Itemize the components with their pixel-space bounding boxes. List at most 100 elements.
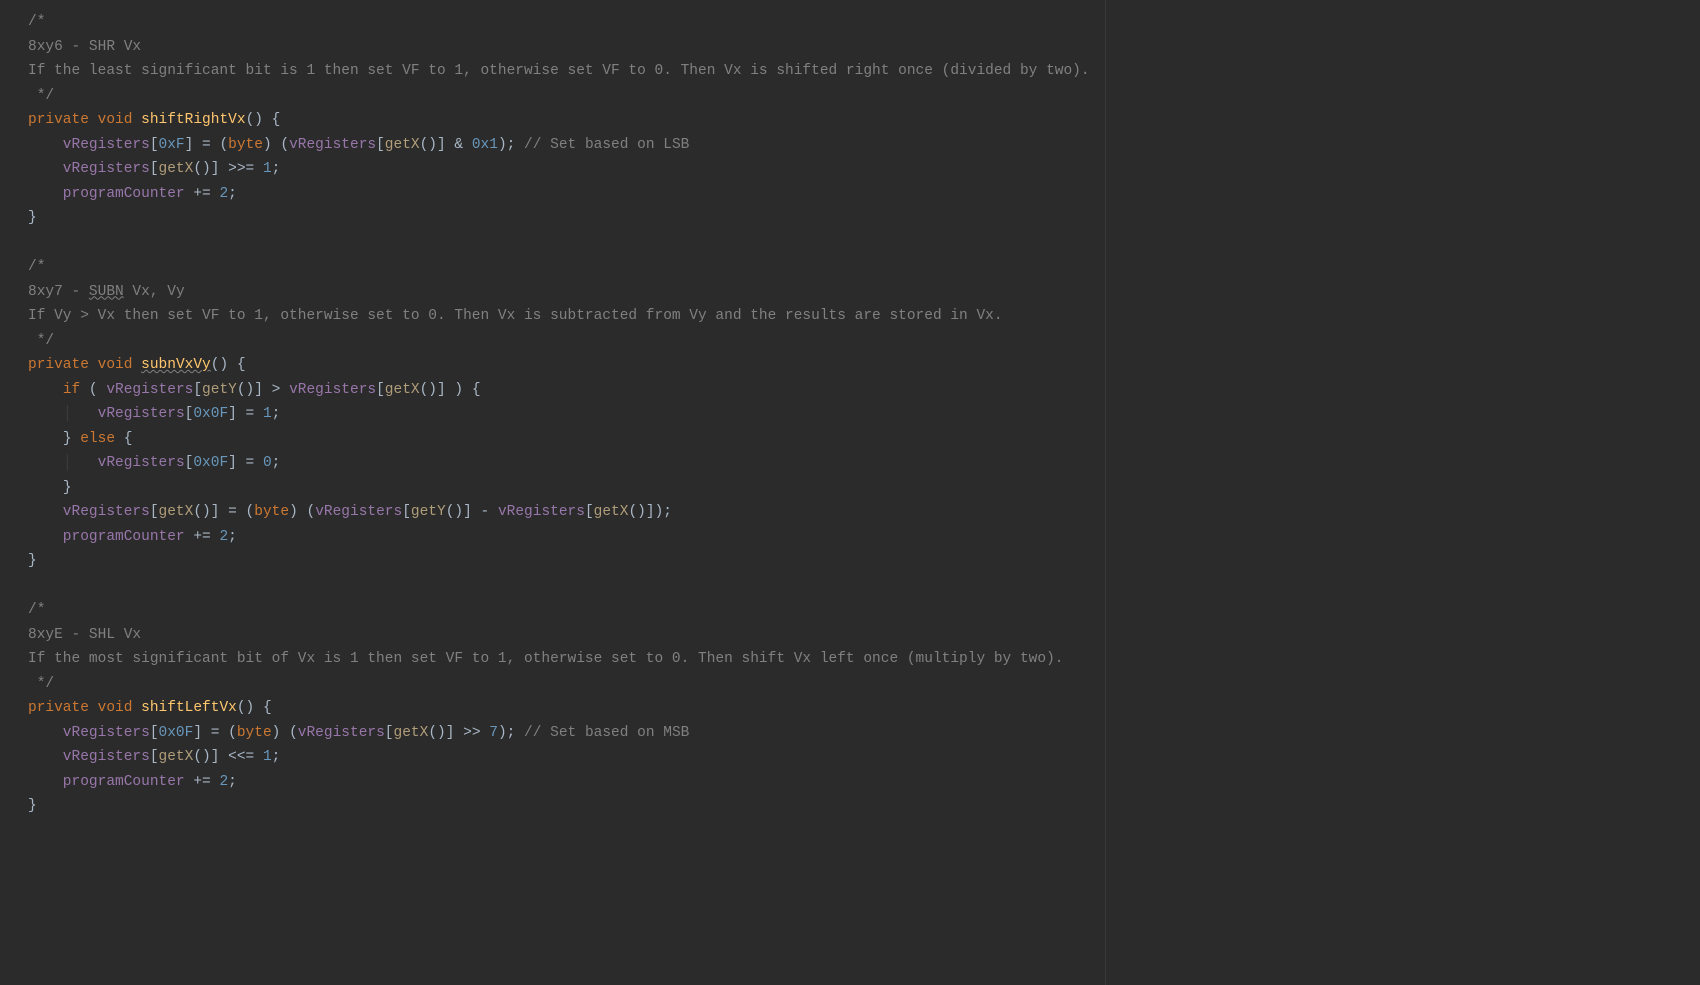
keyword-cast: byte	[237, 725, 272, 741]
field-ref: vRegisters	[98, 406, 185, 422]
code-line: If the most significant bit of Vx is 1 t…	[28, 647, 1672, 672]
code-line: │ vRegisters[0x0F] = 0;	[28, 451, 1672, 476]
keyword-if: if	[63, 382, 80, 398]
method-call: getX	[159, 504, 194, 520]
code-line: 8xy6 - SHR Vx	[28, 35, 1672, 60]
method-call: getX	[159, 161, 194, 177]
keyword-cast: byte	[254, 504, 289, 520]
comment-text: If the most significant bit of Vx is 1 t…	[28, 651, 1063, 667]
method-name: shiftLeftVx	[141, 700, 237, 716]
comment-text: Vx, Vy	[124, 284, 185, 300]
keyword-private: private	[28, 700, 89, 716]
hex-literal: 0xF	[159, 137, 185, 153]
hex-literal: 0x0F	[193, 406, 228, 422]
code-line: 8xy7 - SUBN Vx, Vy	[28, 280, 1672, 305]
number-literal: 2	[219, 774, 228, 790]
field-ref: vRegisters	[28, 161, 150, 177]
code-line: │ vRegisters[0x0F] = 1;	[28, 402, 1672, 427]
comment-start: /*	[28, 259, 45, 275]
keyword-void: void	[98, 700, 133, 716]
code-line: */	[28, 84, 1672, 109]
field-ref: programCounter	[28, 774, 193, 790]
comment-typo: SUBN	[89, 284, 124, 300]
field-ref: vRegisters	[298, 725, 385, 741]
comment-end: */	[28, 88, 54, 104]
code-line: /*	[28, 598, 1672, 623]
field-ref: vRegisters	[98, 455, 185, 471]
method-call: getY	[411, 504, 446, 520]
number-literal: 2	[219, 186, 228, 202]
code-line: private void subnVxVy() {	[28, 353, 1672, 378]
method-call: getX	[385, 382, 420, 398]
line-comment: // Set based on LSB	[524, 137, 689, 153]
number-literal: 1	[263, 161, 272, 177]
code-line: /*	[28, 255, 1672, 280]
code-line: private void shiftLeftVx() {	[28, 696, 1672, 721]
field-ref: vRegisters	[289, 382, 376, 398]
comment-text: If the least significant bit is 1 then s…	[28, 63, 1090, 79]
blank-line	[28, 574, 1672, 599]
field-ref: vRegisters	[28, 137, 150, 153]
code-line: 8xyE - SHL Vx	[28, 623, 1672, 648]
field-ref: vRegisters	[28, 749, 150, 765]
comment-text: 8xy7 -	[28, 284, 89, 300]
keyword-void: void	[98, 357, 133, 373]
code-line: programCounter += 2;	[28, 182, 1672, 207]
code-line: vRegisters[0xF] = (byte) (vRegisters[get…	[28, 133, 1672, 158]
code-line: }	[28, 206, 1672, 231]
comment-text: 8xyE - SHL Vx	[28, 627, 141, 643]
blank-line	[28, 231, 1672, 256]
number-literal: 1	[263, 749, 272, 765]
field-ref: vRegisters	[28, 725, 150, 741]
comment-text: 8xy6 - SHR Vx	[28, 39, 141, 55]
method-call: getX	[594, 504, 629, 520]
field-ref: programCounter	[28, 529, 193, 545]
field-ref: vRegisters	[498, 504, 585, 520]
comment-end: */	[28, 676, 54, 692]
code-line: programCounter += 2;	[28, 770, 1672, 795]
code-editor-content[interactable]: /* 8xy6 - SHR Vx If the least significan…	[28, 10, 1672, 819]
field-ref: programCounter	[28, 186, 193, 202]
code-line: if ( vRegisters[getY()] > vRegisters[get…	[28, 378, 1672, 403]
keyword-cast: byte	[228, 137, 263, 153]
number-literal: 0	[263, 455, 272, 471]
code-line: If Vy > Vx then set VF to 1, otherwise s…	[28, 304, 1672, 329]
method-call: getX	[394, 725, 429, 741]
comment-start: /*	[28, 602, 45, 618]
comment-end: */	[28, 333, 54, 349]
hex-literal: 0x1	[472, 137, 498, 153]
hex-literal: 0x0F	[159, 725, 194, 741]
line-comment: // Set based on MSB	[524, 725, 689, 741]
code-line: programCounter += 2;	[28, 525, 1672, 550]
comment-text: If Vy > Vx then set VF to 1, otherwise s…	[28, 308, 1003, 324]
code-line: }	[28, 549, 1672, 574]
method-call: getX	[385, 137, 420, 153]
method-call: getX	[159, 749, 194, 765]
code-line: vRegisters[getX()] >>= 1;	[28, 157, 1672, 182]
hex-literal: 0x0F	[193, 455, 228, 471]
number-literal: 1	[263, 406, 272, 422]
editor-ruler	[1105, 0, 1106, 985]
field-ref: vRegisters	[289, 137, 376, 153]
method-call: getY	[202, 382, 237, 398]
keyword-void: void	[98, 112, 133, 128]
code-line: If the least significant bit is 1 then s…	[28, 59, 1672, 84]
code-line: */	[28, 672, 1672, 697]
field-ref: vRegisters	[106, 382, 193, 398]
code-line: */	[28, 329, 1672, 354]
code-line: /*	[28, 10, 1672, 35]
code-line: } else {	[28, 427, 1672, 452]
comment-start: /*	[28, 14, 45, 30]
code-line: }	[28, 794, 1672, 819]
keyword-private: private	[28, 112, 89, 128]
method-name: subnVxVy	[141, 357, 211, 373]
code-line: vRegisters[0x0F] = (byte) (vRegisters[ge…	[28, 721, 1672, 746]
code-line: vRegisters[getX()] = (byte) (vRegisters[…	[28, 500, 1672, 525]
field-ref: vRegisters	[28, 504, 150, 520]
field-ref: vRegisters	[315, 504, 402, 520]
code-line: private void shiftRightVx() {	[28, 108, 1672, 133]
keyword-private: private	[28, 357, 89, 373]
number-literal: 2	[219, 529, 228, 545]
keyword-else: else	[80, 431, 115, 447]
method-name: shiftRightVx	[141, 112, 245, 128]
